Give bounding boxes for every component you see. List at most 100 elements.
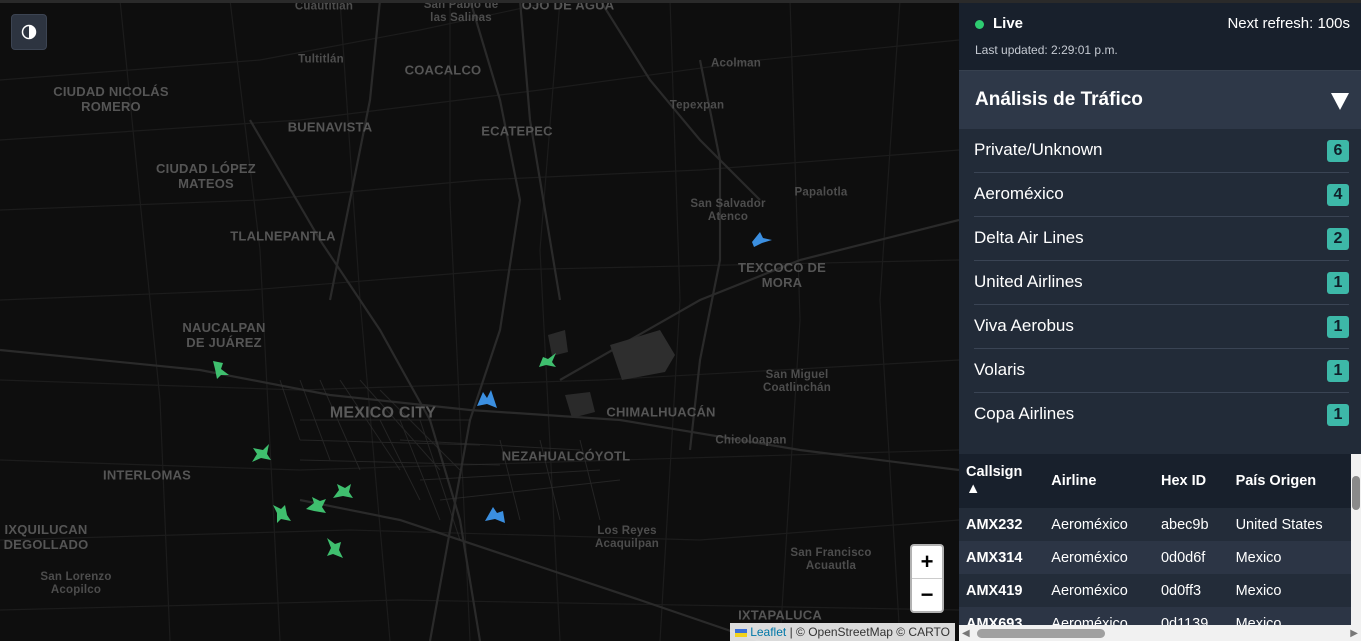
map-label: Tepexpan [669, 99, 725, 112]
cell-airline: Aeroméxico [1051, 516, 1128, 533]
callsign-header-label: Callsign [966, 464, 1023, 480]
map-label: Papalotla [794, 186, 848, 199]
table-row[interactable]: AMX232 Aeroméxico abec9b United States [959, 508, 1351, 541]
attribution-text: | © OpenStreetMap © CARTO [786, 625, 950, 639]
flights-table: Callsign ▲ Airline Hex ID País Origen AMX… [959, 454, 1351, 625]
map-label: MEXICO CITY [329, 404, 437, 422]
map-label: IXQUILUCAN DEGOLLADO [3, 522, 89, 552]
table-row[interactable]: AMX419 Aeroméxico 0d0ff3 Mexico [959, 574, 1351, 607]
column-header-country[interactable]: País Origen [1228, 454, 1351, 508]
cell-country: Mexico [1235, 582, 1282, 599]
scroll-right-icon[interactable]: ▶ [1350, 628, 1358, 639]
sort-ascending-icon: ▲ [966, 481, 981, 497]
column-header-callsign[interactable]: Callsign ▲ [959, 454, 1045, 508]
cell-country: United States [1235, 516, 1323, 533]
airline-name: Delta Air Lines [974, 228, 1084, 247]
ukraine-flag-icon [735, 628, 748, 637]
map-label: NAUCALPAN DE JUÁREZ [182, 320, 266, 350]
theme-toggle-button[interactable] [11, 14, 47, 50]
cell-airline: Aeroméxico [1051, 582, 1128, 599]
map-label: Los Reyes Acaquilpan [595, 525, 659, 550]
map-label: Acolman [711, 57, 761, 70]
map-label: San Miguel Coatlinchán [762, 369, 832, 394]
list-item: Volaris 1 [974, 349, 1349, 393]
aircraft-icon[interactable] [483, 503, 507, 527]
map-label: NEZAHUALCÓYOTL [501, 448, 631, 464]
count-badge: 4 [1327, 184, 1349, 206]
column-header-airline[interactable]: Airline [1044, 454, 1154, 508]
top-border [0, 0, 1361, 3]
airline-name: United Airlines [974, 272, 1083, 291]
aircraft-icon[interactable] [750, 228, 774, 252]
scrollbar-thumb[interactable] [1352, 476, 1360, 510]
aircraft-icon[interactable] [209, 357, 233, 381]
cell-callsign: AMX693 [959, 607, 1045, 625]
cell-hex-id: abec9b [1160, 516, 1209, 533]
map-label: BUENAVISTA [287, 119, 373, 135]
last-updated: Last updated: 2:29:01 p.m. [975, 43, 1118, 57]
traffic-analysis-header[interactable]: Análisis de Tráfico [959, 71, 1361, 129]
scrollbar-thumb[interactable] [977, 629, 1105, 638]
aircraft-icon[interactable] [475, 388, 499, 412]
zoom-in-button[interactable]: + [912, 546, 942, 578]
column-header-hex-id[interactable]: Hex ID [1153, 454, 1229, 508]
aircraft-icon[interactable] [304, 493, 328, 517]
list-item: Aeroméxico 4 [974, 173, 1349, 217]
cell-callsign: AMX419 [966, 582, 1023, 599]
map-label: IXTAPALUCA [738, 607, 822, 623]
cell-hex-id: 0d0ff3 [1160, 582, 1202, 599]
aircraft-icon[interactable] [249, 442, 273, 466]
map-label: San Pablo de las Salinas [423, 0, 499, 24]
horizontal-scrollbar[interactable]: ◀ ▶ [959, 625, 1361, 641]
airline-name: Copa Airlines [974, 404, 1075, 423]
next-refresh-countdown: Next refresh: 100s [1227, 15, 1350, 32]
leaflet-link[interactable]: Leaflet [750, 625, 786, 639]
map-label: Tultitlán [298, 53, 344, 66]
flights-table-container[interactable]: Callsign ▲ Airline Hex ID País Origen AMX… [959, 454, 1351, 625]
aircraft-icon[interactable] [269, 501, 293, 525]
list-item: Delta Air Lines 2 [974, 217, 1349, 261]
map-label: CIUDAD LÓPEZ MATEOS [156, 161, 256, 191]
flight-map[interactable]: Cuautitlán San Pablo de las Salinas OJO … [0, 0, 959, 641]
table-row[interactable]: AMX693 Aeroméxico 0d1139 Mexico [959, 607, 1351, 625]
map-label: TEXCOCO DE MORA [738, 260, 826, 290]
map-label: COACALCO [404, 62, 482, 78]
scroll-left-icon[interactable]: ◀ [962, 628, 970, 639]
live-indicator-icon [975, 20, 984, 29]
collapse-triangle-icon[interactable] [1331, 93, 1349, 110]
cell-hex-id: 0d1139 [1153, 607, 1229, 625]
airline-list: Private/Unknown 6 Aeroméxico 4 Delta Air L… [959, 129, 1361, 436]
cell-callsign: AMX232 [966, 516, 1023, 533]
cell-country: Mexico [1228, 541, 1351, 574]
zoom-out-button[interactable]: − [912, 578, 942, 611]
airline-name: Private/Unknown [974, 140, 1103, 159]
map-attribution: Leaflet | © OpenStreetMap © CARTO [730, 623, 955, 641]
map-label: TLALNEPANTLA [230, 228, 336, 244]
cell-airline: Aeroméxico [1044, 607, 1154, 625]
cell-hex-id: 0d0d6f [1153, 541, 1229, 574]
aircraft-icon[interactable] [323, 536, 347, 560]
map-label: ECATEPEC [481, 123, 553, 139]
map-label: San Francisco Acuautla [790, 547, 872, 572]
list-item: Private/Unknown 6 [974, 129, 1349, 173]
map-label: Chicoloapan [715, 434, 787, 447]
aircraft-icon[interactable] [331, 480, 355, 504]
count-badge: 1 [1327, 404, 1349, 426]
map-label: San Lorenzo Acopilco [40, 571, 112, 596]
table-row[interactable]: AMX314 Aeroméxico 0d0d6f Mexico [959, 541, 1351, 574]
aircraft-icon[interactable] [536, 349, 560, 373]
contrast-icon [21, 24, 37, 40]
list-item: United Airlines 1 [974, 261, 1349, 305]
status-bar: Live Next refresh: 100s Last updated: 2:… [959, 3, 1361, 71]
vertical-scrollbar[interactable] [1351, 454, 1361, 625]
count-badge: 2 [1327, 228, 1349, 250]
list-item: Copa Airlines 1 [974, 393, 1349, 436]
map-label: INTERLOMAS [103, 467, 191, 483]
traffic-analysis-title: Análisis de Tráfico [975, 89, 1143, 110]
zoom-control: + − [910, 544, 944, 613]
count-badge: 1 [1327, 316, 1349, 338]
list-item: Viva Aerobus 1 [974, 305, 1349, 349]
map-label: San Salvador Atenco [690, 198, 766, 223]
airline-name: Viva Aerobus [974, 316, 1074, 335]
count-badge: 1 [1327, 360, 1349, 382]
